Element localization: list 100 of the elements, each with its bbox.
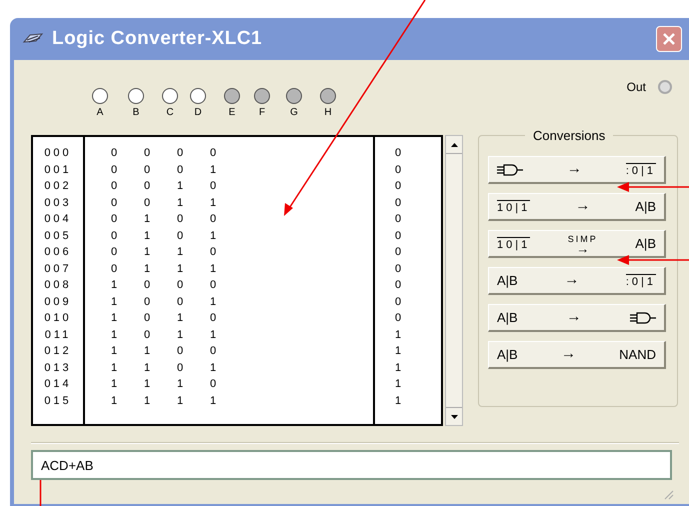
- input-terminal[interactable]: [190, 88, 206, 104]
- input-value: 0: [210, 245, 218, 260]
- conversion-button[interactable]: A|B → :0|1: [488, 267, 666, 295]
- input-value: 1: [111, 377, 118, 392]
- input-value: 0: [111, 146, 118, 161]
- row-number: 009: [44, 294, 72, 310]
- input-value: 1: [177, 196, 184, 210]
- output-value: 0: [394, 278, 402, 293]
- window-title: Logic Converter-XLC1: [52, 26, 262, 51]
- down-arrow-icon: [450, 414, 458, 418]
- input-value: 1: [210, 360, 218, 376]
- input-value: 0: [210, 179, 218, 194]
- expression-field[interactable]: ACD+AB: [31, 450, 672, 480]
- input-value: 1: [111, 344, 118, 359]
- row-number: 001: [44, 162, 72, 178]
- input-terminal[interactable]: [320, 88, 336, 104]
- conversion-button[interactable]: A|B →: [488, 304, 666, 332]
- input-value: 0: [111, 196, 118, 210]
- input-value: 1: [177, 377, 184, 392]
- input-terminal[interactable]: [254, 88, 270, 104]
- input-value: 1: [177, 179, 184, 194]
- terminal-label: A: [96, 108, 104, 118]
- input-value: 1: [144, 344, 152, 359]
- input-value: 0: [111, 162, 118, 178]
- row-number: 003: [44, 196, 72, 210]
- row-number: 002: [44, 179, 72, 194]
- input-value: 0: [111, 212, 118, 227]
- arrow-icon: →: [575, 195, 590, 218]
- conversion-label: A|B: [635, 198, 656, 216]
- row-number: 013: [44, 360, 72, 376]
- output-value: 0: [394, 262, 402, 276]
- input-value: 0: [111, 245, 118, 260]
- terminal-label: D: [194, 108, 202, 118]
- input-value: 1: [144, 394, 152, 408]
- input-value: 0: [144, 294, 152, 310]
- input-terminal[interactable]: [128, 88, 144, 104]
- row-number: 007: [44, 262, 72, 276]
- input-value: 0: [210, 311, 218, 326]
- row-number: 015: [44, 394, 72, 408]
- input-value: 0: [210, 212, 218, 227]
- input-value: 0: [111, 262, 118, 276]
- input-value: 0: [177, 146, 184, 161]
- row-number: 011: [44, 328, 72, 342]
- input-value: 1: [111, 360, 118, 376]
- input-value: 0: [144, 311, 152, 326]
- arrow-icon: →: [576, 244, 590, 252]
- conversion-button[interactable]: 10|1 SIMP → A|B: [488, 230, 666, 258]
- output-value: 0: [394, 179, 402, 194]
- input-value: 1: [111, 311, 118, 326]
- output-value: 1: [394, 344, 402, 359]
- input-terminal[interactable]: [286, 88, 302, 104]
- conversion-label: A|B: [497, 308, 518, 327]
- conversion-button[interactable]: 10|1 → A|B: [488, 193, 666, 221]
- input-value: 0: [177, 294, 184, 310]
- output-value: 0: [394, 146, 402, 161]
- conversion-label: A|B: [635, 234, 656, 253]
- input-value: 0: [210, 146, 218, 161]
- input-value: 1: [210, 262, 218, 276]
- input-terminal[interactable]: [162, 88, 178, 104]
- resize-grip-icon: [664, 490, 674, 500]
- output-value: 0: [394, 228, 402, 244]
- input-value: 0: [111, 228, 118, 244]
- input-value: 0: [210, 377, 218, 392]
- conversion-label: A|B: [497, 346, 518, 364]
- output-value: 0: [394, 162, 402, 178]
- output-value: 0: [394, 294, 402, 310]
- row-number: 004: [44, 212, 72, 227]
- conversion-button[interactable]: → :0|1: [488, 156, 666, 184]
- close-button[interactable]: [656, 26, 682, 52]
- terminal-label: G: [290, 108, 298, 118]
- output-value: 0: [394, 212, 402, 227]
- input-value: 1: [144, 245, 152, 260]
- input-value: 1: [144, 228, 152, 244]
- input-value: 0: [177, 360, 184, 376]
- terminal-label: C: [166, 108, 174, 118]
- row-number: 012: [44, 344, 72, 359]
- conversion-label: NAND: [619, 346, 656, 364]
- input-value: 0: [177, 212, 184, 227]
- arrow-icon: →: [560, 343, 576, 366]
- input-value: 0: [177, 344, 184, 359]
- close-icon: [662, 32, 676, 46]
- terminal-label: F: [258, 108, 266, 118]
- input-value: 0: [144, 196, 152, 210]
- input-value: 0: [210, 344, 218, 359]
- input-value: 1: [111, 278, 118, 293]
- input-value: 0: [144, 162, 152, 178]
- input-value: 1: [210, 394, 218, 408]
- input-value: 1: [210, 228, 218, 244]
- input-value: 0: [177, 228, 184, 244]
- arrow-icon: →: [566, 158, 582, 181]
- conversion-button[interactable]: A|B → NAND: [488, 341, 666, 369]
- input-value: 1: [177, 394, 184, 408]
- input-terminal[interactable]: [224, 88, 240, 104]
- input-value: 1: [111, 294, 118, 310]
- input-value: 1: [210, 196, 218, 210]
- row-number: 008: [44, 278, 72, 293]
- scrollbar[interactable]: [445, 135, 463, 426]
- input-value: 1: [177, 245, 184, 260]
- terminal-label: E: [228, 108, 236, 118]
- input-terminal[interactable]: [92, 88, 108, 104]
